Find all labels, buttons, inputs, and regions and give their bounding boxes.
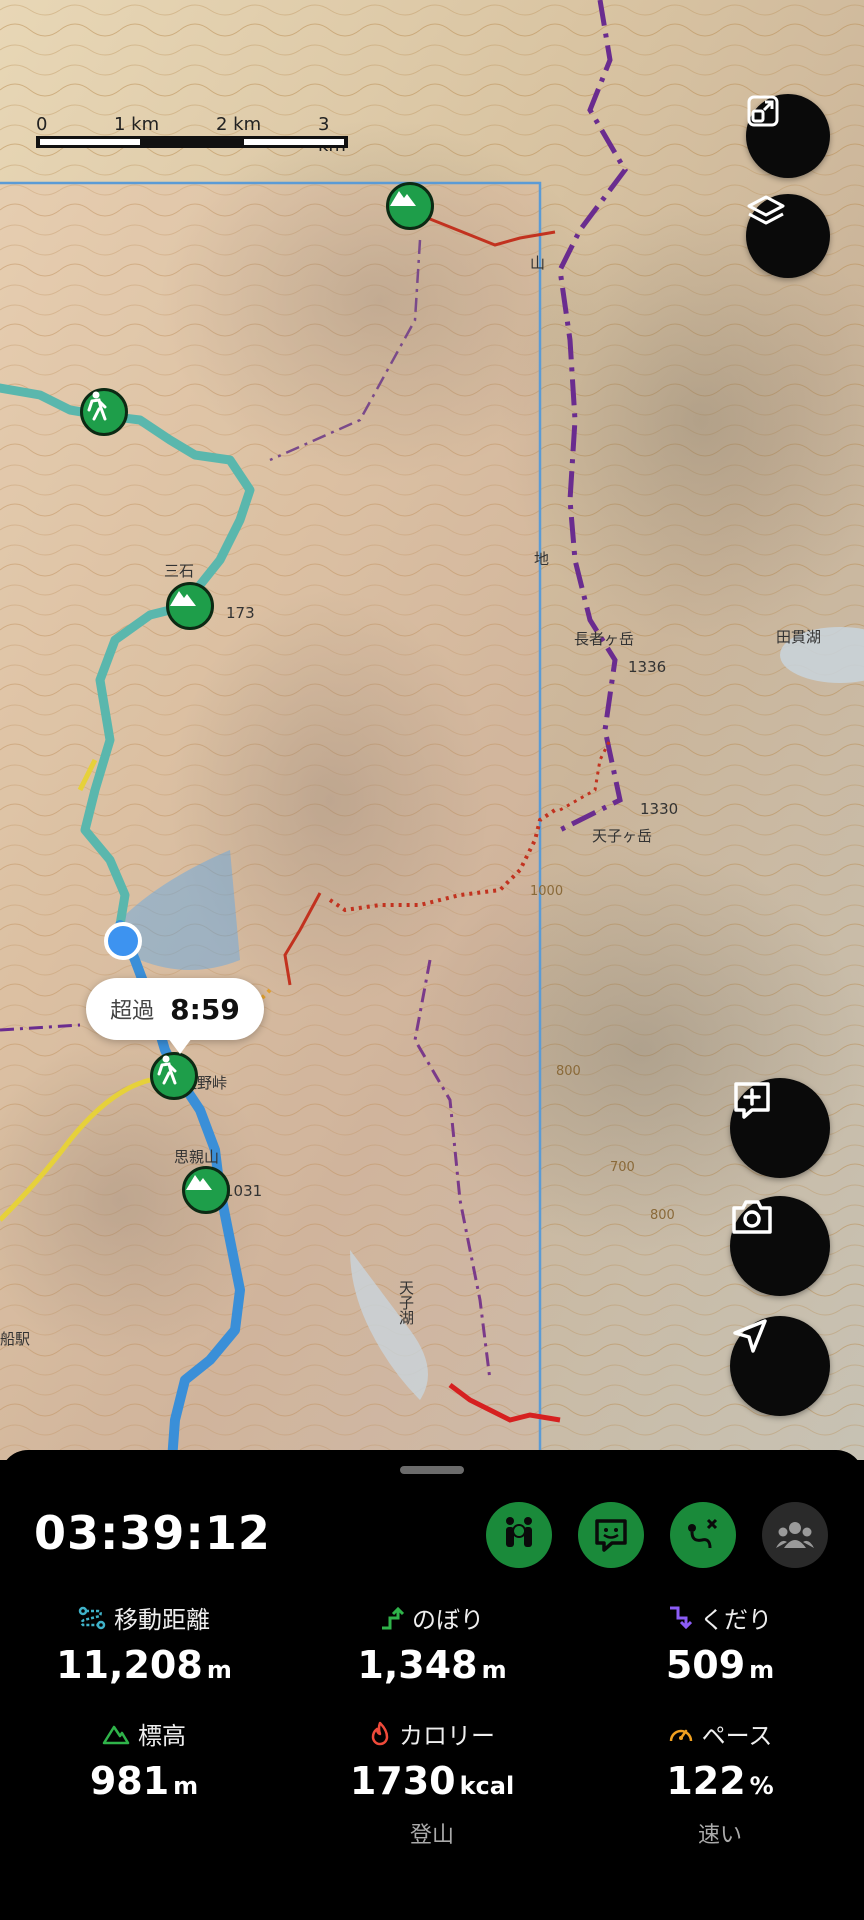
- stat-descent-unit: m: [749, 1656, 775, 1684]
- stat-calorie-sub: 登山: [409, 1823, 454, 1848]
- stat-ascent: のぼり 1,348 m: [288, 1600, 576, 1687]
- overtime-bubble[interactable]: 超過 8:59: [86, 978, 264, 1054]
- map-label-contour-1000: 1000: [530, 884, 564, 899]
- hiker-marker[interactable]: [80, 388, 128, 436]
- hiker-icon: [157, 1055, 177, 1085]
- elevation-icon: [102, 1725, 130, 1744]
- stat-pace-value: 122: [666, 1759, 746, 1803]
- group-icon: [776, 1522, 814, 1548]
- activity-panel: 03:39:12 移動距離 11,208 m のぼり 1,348 m くだり 5…: [0, 1450, 864, 1920]
- navigate-button[interactable]: [730, 1316, 830, 1416]
- scale-label-1km: 1 km: [114, 114, 160, 135]
- stat-pace-sub: 速い: [697, 1823, 742, 1848]
- mountain-icon: [390, 191, 416, 206]
- elapsed-time: 03:39:12: [34, 1506, 271, 1560]
- summit-marker[interactable]: [166, 582, 214, 630]
- navigate-icon: [733, 1319, 767, 1353]
- map-label-tenshiko: 天子湖: [397, 1280, 415, 1325]
- checkpoint-icon: [506, 1517, 532, 1547]
- summit-marker[interactable]: [182, 1166, 230, 1214]
- stat-ascent-value: 1,348: [357, 1643, 478, 1687]
- route-icon: [688, 1518, 718, 1549]
- drag-handle[interactable]: [400, 1466, 464, 1474]
- stat-calorie-unit: kcal: [459, 1772, 515, 1800]
- map-label-1336: 1336: [628, 658, 667, 676]
- mountain-icon: [170, 591, 196, 606]
- scale-label-0: 0: [36, 114, 48, 135]
- stat-pace: ペース 122% 速い: [576, 1716, 864, 1849]
- map-label-chi: 地: [534, 550, 550, 568]
- map-label-tanukiko: 田貫湖: [776, 628, 822, 646]
- hiker-icon: [87, 391, 107, 421]
- stat-distance-value: 11,208: [56, 1643, 203, 1687]
- stat-descent-value: 509: [665, 1643, 746, 1687]
- group-button[interactable]: [762, 1502, 828, 1568]
- map-label-mitsuishi: 三石: [164, 562, 195, 580]
- map-label-contour-700: 700: [610, 1160, 635, 1175]
- map-label-contour-800b: 800: [650, 1208, 675, 1223]
- layers-icon: [747, 195, 785, 225]
- scale-bar: 0 1 km 2 km 3 km: [36, 114, 348, 156]
- stat-distance-unit: m: [206, 1656, 232, 1684]
- map-label-tenshigatake: 天子ヶ岳: [592, 827, 653, 845]
- summit-marker[interactable]: [386, 182, 434, 230]
- stat-pace-unit: %: [749, 1772, 774, 1800]
- current-location-dot: [104, 922, 142, 960]
- stat-elevation: 標高 981 m: [0, 1716, 288, 1803]
- stat-descent: くだり 509 m: [576, 1600, 864, 1687]
- stat-ascent-label: のぼり: [412, 1606, 484, 1634]
- stat-calorie-label: カロリー: [399, 1722, 495, 1750]
- ascent-icon: [382, 1606, 404, 1629]
- map-label-contour-800: 800: [556, 1064, 581, 1079]
- stat-elevation-value: 981: [89, 1759, 170, 1803]
- scale-track: [36, 136, 348, 148]
- chat-button[interactable]: [578, 1502, 644, 1568]
- stat-elevation-unit: m: [173, 1772, 199, 1800]
- overtime-label: 超過: [110, 999, 155, 1024]
- scale-label-2km: 2 km: [216, 114, 262, 135]
- add-note-button[interactable]: [730, 1078, 830, 1178]
- mountain-icon: [186, 1175, 212, 1190]
- map-label-station: 船駅: [0, 1330, 31, 1348]
- descent-icon: [670, 1606, 692, 1629]
- camera-icon: [732, 1200, 772, 1234]
- layers-button[interactable]: [746, 194, 830, 278]
- add-note-icon: [734, 1082, 770, 1119]
- route-button[interactable]: [670, 1502, 736, 1568]
- camera-button[interactable]: [730, 1196, 830, 1296]
- map-label-shishinzan: 思親山: [174, 1148, 220, 1166]
- pace-icon: [669, 1729, 692, 1741]
- map-view[interactable]: 0 1 km 2 km 3 km 三石 173 長者ヶ岳 1336 1330 天…: [0, 0, 864, 1460]
- map-label-yama: 山: [530, 254, 546, 272]
- checkpoint-button[interactable]: [486, 1502, 552, 1568]
- hiker-marker[interactable]: [150, 1052, 198, 1100]
- stat-elevation-label: 標高: [138, 1722, 186, 1750]
- expand-icon: [747, 95, 779, 127]
- map-label-1330: 1330: [640, 800, 679, 818]
- stat-distance: 移動距離 11,208 m: [0, 1600, 288, 1687]
- map-label-173: 173: [226, 604, 255, 622]
- stat-pace-label: ペース: [701, 1722, 773, 1750]
- scale-label-3km: 3 km: [318, 114, 346, 156]
- stat-calorie: カロリー 1730 kcal 登山: [288, 1716, 576, 1849]
- distance-icon: [78, 1606, 106, 1629]
- expand-button[interactable]: [746, 94, 830, 178]
- map-label-chojagatake: 長者ヶ岳: [574, 630, 635, 648]
- calorie-icon: [371, 1721, 389, 1745]
- stat-distance-label: 移動距離: [114, 1606, 210, 1634]
- overtime-value: 8:59: [170, 992, 240, 1026]
- stat-descent-label: くだり: [700, 1606, 772, 1634]
- chat-icon: [595, 1519, 627, 1552]
- stat-calorie-value: 1730: [349, 1759, 456, 1803]
- stat-ascent-unit: m: [481, 1656, 507, 1684]
